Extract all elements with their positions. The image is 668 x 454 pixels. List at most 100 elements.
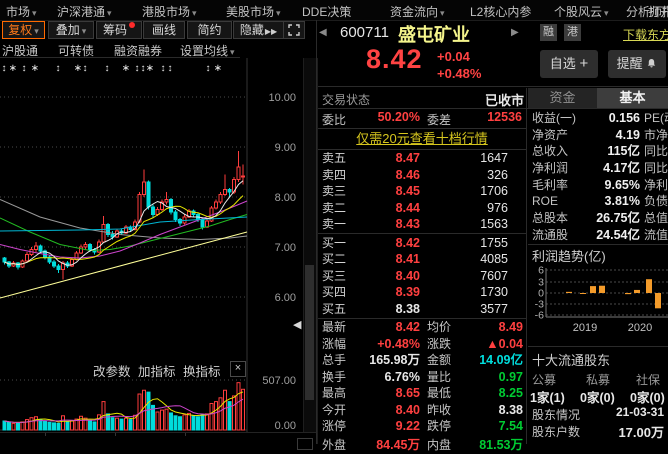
toolbar-button-复权[interactable]: 复权▾ — [2, 21, 45, 39]
stat-value: 8.49 — [466, 319, 523, 335]
menu-item-8[interactable]: 个股风云▾ — [554, 3, 609, 20]
prev-stock-arrow[interactable]: ◀ — [319, 27, 327, 38]
chart-subtoolbar: 沪股通可转债融资融券设置均线▾ — [0, 40, 316, 57]
volume-bar — [71, 421, 74, 430]
toolbar-button-简约[interactable]: 简约 — [187, 21, 232, 39]
bell-icon — [646, 58, 657, 69]
orderbook-volume: 326 — [446, 167, 508, 183]
orderbook-level-label: 卖五 — [322, 150, 346, 166]
event-marker-icon: ↕ — [105, 63, 110, 74]
price-axis-label: 6.00 — [275, 292, 296, 304]
ask-row-2: 卖二8.44976 — [318, 200, 526, 217]
candle-body — [170, 200, 173, 213]
menu-item-1[interactable]: 市场▾ — [6, 3, 37, 20]
candle-body — [152, 207, 155, 215]
expand-button[interactable] — [283, 21, 305, 39]
volume-bar — [147, 392, 150, 430]
fundamental-label-2: 市净率 — [644, 127, 668, 143]
event-marker-icon: ↕ — [206, 63, 211, 74]
orderbook-volume: 4085 — [446, 251, 508, 267]
toolbar-button-隐藏[interactable]: 隐藏▶▶ — [233, 21, 284, 39]
tab-basics[interactable]: 基本 — [597, 88, 668, 108]
candlestick-chart[interactable]: 10.009.008.007.006.00↕∗↕∗↕∗↕↕∗↕↕∗↕↕↕∗ — [0, 58, 302, 358]
holder-col-header: 社保 — [636, 371, 660, 388]
ask-row-4: 卖四8.46326 — [318, 167, 526, 184]
level2-promo-link[interactable]: 仅需20元查看十档行情 — [356, 131, 487, 146]
indicator-button-2[interactable]: 加指标 — [138, 361, 176, 380]
volume-bar — [48, 422, 51, 430]
bid-row-3: 买三8.407607 — [318, 268, 526, 285]
stat-row-5: 最高8.65最低8.25 — [318, 385, 526, 402]
orderbook-volume: 7607 — [446, 268, 508, 284]
fundamental-label-2: 净利率 — [644, 177, 668, 193]
add-favorite-button[interactable]: 自选 + — [540, 50, 598, 78]
menu-item-6[interactable]: 资金流向▾ — [390, 3, 445, 20]
orderbook-price: 8.42 — [378, 235, 420, 251]
orderbook-level-label: 买四 — [322, 284, 346, 300]
orderbook-price: 8.47 — [378, 150, 420, 166]
tab-funds[interactable]: 资金 — [528, 88, 597, 108]
weicha-value: 12536 — [462, 110, 522, 124]
candle-body — [84, 245, 87, 248]
alert-button[interactable]: 提醒 — [608, 50, 666, 78]
event-marker-icon: ↕ — [135, 63, 140, 74]
date-axis-strip — [0, 432, 316, 445]
orderbook-price: 8.46 — [378, 167, 420, 183]
candle-body — [35, 246, 38, 250]
double-arrow-icon: ▶▶ — [265, 27, 277, 36]
scrollbar-thumb[interactable] — [305, 265, 314, 400]
stat-value: 8.40 — [358, 402, 420, 418]
volume-bar — [93, 422, 96, 430]
fav-label: 自选 — [550, 56, 576, 71]
axis-tick — [115, 433, 116, 436]
fundamental-value: 4.19 — [558, 127, 640, 143]
candle-body — [89, 245, 92, 250]
menu-item-4[interactable]: 美股市场▾ — [226, 3, 281, 20]
fundamental-row-5: 毛利率9.65%净利率 — [528, 177, 668, 194]
event-marker-icon: ∗ — [74, 63, 82, 74]
price-axis-label: 9.00 — [275, 142, 296, 154]
candle-body — [3, 258, 6, 262]
trade-status-value: 已收市 — [424, 90, 524, 109]
orderbook-level-label: 买五 — [322, 301, 346, 317]
profit-bar — [590, 286, 596, 293]
axis-corner-box — [297, 438, 313, 450]
menu-item-7[interactable]: L2核心内参 — [470, 3, 531, 20]
volume-bar — [156, 412, 159, 430]
next-stock-arrow[interactable]: ▶ — [511, 27, 519, 38]
menu-item-2[interactable]: 沪深港通▾ — [57, 3, 112, 20]
profit-bar — [646, 279, 652, 293]
menu-item-10[interactable]: 打开 — [648, 3, 668, 20]
orderbook-volume: 3577 — [446, 301, 508, 317]
pane-collapse-arrow[interactable]: ◀ — [293, 318, 301, 331]
indicator-button-3[interactable]: 换指标 — [183, 361, 221, 380]
toolbar-button-label: 筹码 — [103, 23, 127, 37]
indicator-button-1[interactable]: 改参数 — [93, 361, 131, 380]
toolbar-button-label: 隐藏 — [240, 23, 264, 37]
stat-row-4: 换手6.76%量比0.97 — [318, 369, 526, 386]
download-link[interactable]: 下载东方 — [623, 26, 668, 43]
event-marker-icon: ↕ — [141, 63, 146, 74]
candle-body — [53, 262, 56, 266]
stat-value: 6.76% — [358, 369, 420, 385]
menu-item-3[interactable]: 港股市场▾ — [142, 3, 197, 20]
toolbar-button-叠加[interactable]: 叠加▾ — [48, 21, 94, 39]
orderbook-price: 8.41 — [378, 251, 420, 267]
menu-item-label: 打开 — [648, 5, 668, 19]
stat-value: 14.09亿 — [466, 352, 523, 368]
chart-toolbar: 复权▾叠加▾ 筹码 画线简约隐藏▶▶ — [0, 20, 316, 40]
menu-item-5[interactable]: DDE决策 — [302, 3, 351, 20]
volume-bar — [57, 423, 60, 430]
volume-bar — [183, 415, 186, 430]
toolbar-button-画线[interactable]: 画线 — [143, 21, 185, 39]
chevron-down-icon: ▾ — [230, 47, 235, 57]
candle-body — [147, 182, 150, 207]
stat-row-2: 涨幅+0.48%涨跌▲0.04 — [318, 336, 526, 353]
stat-label: 换手 — [322, 369, 346, 385]
top-holders-title: 十大流通股东 — [532, 350, 610, 369]
orderbook-price: 8.38 — [378, 301, 420, 317]
ask-row-3: 卖三8.451706 — [318, 183, 526, 200]
close-indicator-button[interactable]: × — [230, 361, 246, 377]
orderbook-price: 8.40 — [378, 268, 420, 284]
toolbar-button-筹码[interactable]: 筹码 — [96, 21, 142, 39]
